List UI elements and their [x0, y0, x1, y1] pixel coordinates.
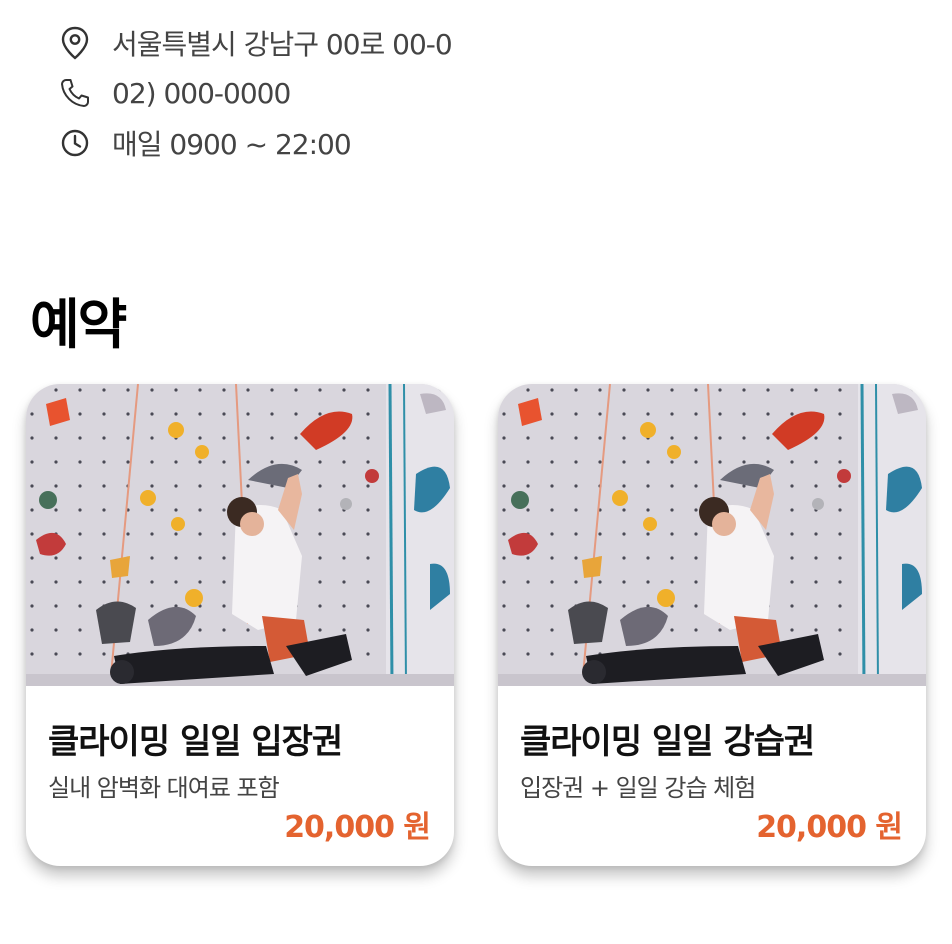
climbing-photo [498, 384, 926, 686]
ticket-price: 20,000 원 [284, 810, 431, 845]
phone-icon [58, 76, 92, 110]
ticket-name: 클라이밍 일일 입장권 [48, 722, 343, 762]
ticket-description: 입장권 + 일일 강습 체험 [520, 774, 756, 802]
hours-text: 매일 0900 ~ 22:00 [112, 128, 352, 161]
clock-icon [58, 126, 92, 160]
info-list: 서울특별시 강남구 00로 00-0 02) 000-0000 매일 0900 … [58, 18, 453, 168]
ticket-card-lesson[interactable]: 클라이밍 일일 강습권 입장권 + 일일 강습 체험 20,000 원 [498, 384, 926, 866]
ticket-name: 클라이밍 일일 강습권 [520, 722, 815, 762]
location-pin-icon [58, 26, 92, 60]
phone-row: 02) 000-0000 [58, 68, 452, 118]
ticket-description: 실내 암벽화 대여료 포함 [48, 774, 280, 802]
address-text: 서울특별시 강남구 00로 00-0 [112, 28, 453, 61]
address-row: 서울특별시 강남구 00로 00-0 [58, 18, 453, 68]
ticket-price: 20,000 원 [756, 810, 903, 845]
climbing-photo [26, 384, 454, 686]
reservation-title: 예약 [30, 293, 127, 356]
hours-row: 매일 0900 ~ 22:00 [58, 118, 452, 168]
ticket-card-entry[interactable]: 클라이밍 일일 입장권 실내 암벽화 대여료 포함 20,000 원 [26, 384, 454, 866]
phone-text[interactable]: 02) 000-0000 [112, 77, 291, 110]
